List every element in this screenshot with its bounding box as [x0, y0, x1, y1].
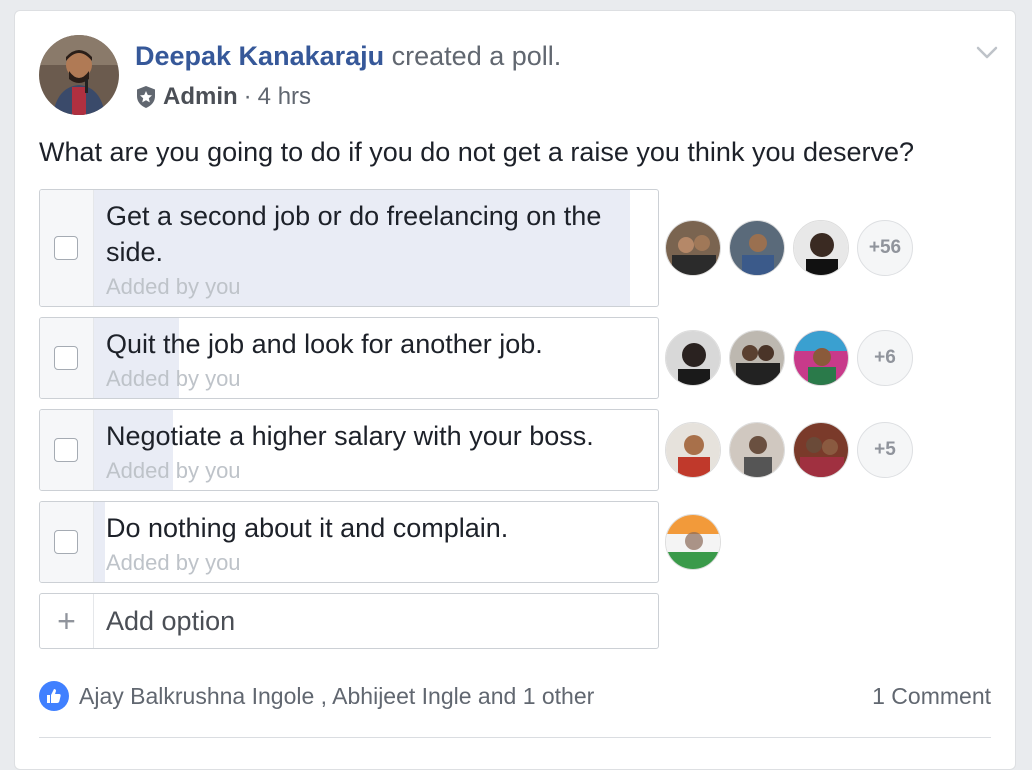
post-header: Deepak Kanakaraju created a poll.: [135, 41, 561, 72]
more-voters-count[interactable]: +5: [857, 422, 913, 478]
admin-badge-icon: [137, 86, 155, 108]
option-text: Get a second job or do freelancing on th…: [106, 201, 602, 267]
poll-post-card: Deepak Kanakaraju created a poll. Admin …: [14, 10, 1016, 770]
voter-avatar[interactable]: [665, 422, 721, 478]
poll-option[interactable]: Negotiate a higher salary with your boss…: [39, 409, 659, 491]
chevron-down-icon[interactable]: [973, 41, 1001, 63]
like-icon: [39, 681, 69, 711]
option-checkbox[interactable]: [54, 438, 78, 462]
voter-avatar[interactable]: [793, 422, 849, 478]
more-voters-count[interactable]: +56: [857, 220, 913, 276]
option-added-by: Added by you: [106, 366, 241, 391]
author-avatar[interactable]: [39, 35, 119, 115]
voter-avatar[interactable]: [665, 330, 721, 386]
footer-divider: [39, 737, 991, 738]
add-option-row: +: [39, 593, 659, 649]
poll-option[interactable]: Quit the job and look for another job. A…: [39, 317, 659, 399]
option-text: Negotiate a higher salary with your boss…: [106, 421, 594, 451]
option-checkbox[interactable]: [54, 346, 78, 370]
author-name-link[interactable]: Deepak Kanakaraju: [135, 41, 384, 71]
add-option-input[interactable]: [94, 594, 658, 648]
poll-option[interactable]: Get a second job or do freelancing on th…: [39, 189, 659, 307]
voter-avatar[interactable]: [729, 330, 785, 386]
option-checkbox[interactable]: [54, 236, 78, 260]
option-voters: [665, 514, 721, 570]
admin-role-label: Admin: [163, 83, 238, 110]
option-added-by: Added by you: [106, 550, 241, 575]
voter-avatar[interactable]: [793, 220, 849, 276]
option-added-by: Added by you: [106, 274, 241, 299]
voter-avatar[interactable]: [665, 514, 721, 570]
post-action-text: created a poll.: [391, 41, 562, 71]
voter-avatar[interactable]: [665, 220, 721, 276]
option-checkbox[interactable]: [54, 530, 78, 554]
post-meta: Admin · 4 hrs: [135, 83, 311, 111]
comments-count-link[interactable]: 1 Comment: [872, 683, 991, 710]
reactions-summary[interactable]: Ajay Balkrushna Ingole , Abhijeet Ingle …: [39, 681, 594, 711]
option-text: Do nothing about it and complain.: [106, 513, 509, 543]
poll-option[interactable]: Do nothing about it and complain. Added …: [39, 501, 659, 583]
voter-avatar[interactable]: [729, 422, 785, 478]
option-voters: +56: [665, 220, 913, 276]
poll-question: What are you going to do if you do not g…: [39, 137, 915, 167]
post-timestamp[interactable]: 4 hrs: [258, 83, 311, 111]
plus-icon[interactable]: +: [40, 594, 94, 648]
voter-avatar[interactable]: [793, 330, 849, 386]
option-voters: +5: [665, 422, 913, 478]
option-text: Quit the job and look for another job.: [106, 329, 543, 359]
meta-separator: ·: [243, 83, 252, 110]
post-footer: Ajay Balkrushna Ingole , Abhijeet Ingle …: [39, 681, 991, 711]
option-voters: +6: [665, 330, 913, 386]
vote-share-bar: [94, 502, 105, 582]
likers-text: Ajay Balkrushna Ingole , Abhijeet Ingle …: [79, 682, 595, 709]
option-added-by: Added by you: [106, 458, 241, 483]
voter-avatar[interactable]: [729, 220, 785, 276]
more-voters-count[interactable]: +6: [857, 330, 913, 386]
